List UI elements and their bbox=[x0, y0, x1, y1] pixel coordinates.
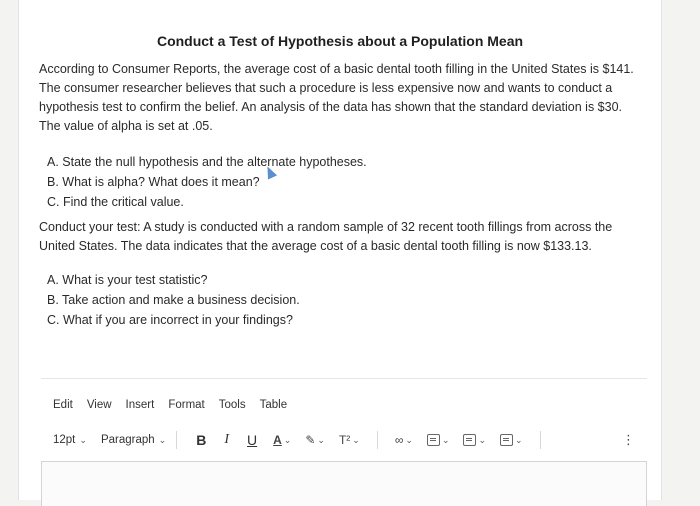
toolbar-divider bbox=[176, 431, 178, 449]
list-item: B. Take action and make a business decis… bbox=[47, 293, 300, 307]
more-options-icon[interactable]: ⋮ bbox=[622, 432, 635, 448]
editor-toolbar: 12pt ⌄ Paragraph ⌄ B I U A ⌄ ✎ ⌄ T² ⌄ ∞ … bbox=[53, 429, 643, 451]
image-button[interactable]: ⌄ bbox=[426, 434, 450, 446]
document-icon bbox=[500, 434, 514, 446]
menu-view[interactable]: View bbox=[87, 399, 112, 411]
font-size-value: 12pt bbox=[53, 434, 76, 446]
list-item: A. What is your test statistic? bbox=[47, 273, 208, 287]
question-page: Conduct a Test of Hypothesis about a Pop… bbox=[18, 0, 662, 506]
chevron-down-icon: ⌄ bbox=[79, 434, 87, 445]
bold-button[interactable]: B bbox=[196, 432, 206, 448]
question-title: Conduct a Test of Hypothesis about a Pop… bbox=[156, 33, 524, 49]
toolbar-divider bbox=[539, 431, 541, 449]
part2-questions: A. What is your test statistic? B. Take … bbox=[47, 270, 300, 330]
answer-text-area[interactable] bbox=[41, 461, 647, 506]
question-intro: According to Consumer Reports, the avera… bbox=[39, 62, 634, 133]
chevron-down-icon: ⌄ bbox=[405, 434, 413, 445]
toolbar-divider bbox=[376, 431, 378, 449]
italic-button[interactable]: I bbox=[224, 432, 229, 448]
chevron-down-icon: ⌄ bbox=[352, 434, 360, 445]
editor-menubar: Edit View Insert Format Tools Table bbox=[53, 399, 287, 411]
test-description: Conduct your test: A study is conducted … bbox=[39, 220, 613, 253]
list-item: C. Find the critical value. bbox=[47, 195, 184, 209]
text-color-button[interactable]: A ⌄ bbox=[273, 433, 291, 447]
media-icon bbox=[463, 434, 477, 446]
superscript-button[interactable]: T² ⌄ bbox=[339, 433, 360, 447]
font-size-select[interactable]: 12pt ⌄ bbox=[53, 434, 87, 446]
text-color-icon: A bbox=[273, 433, 282, 447]
chevron-down-icon: ⌄ bbox=[317, 434, 325, 445]
menu-insert[interactable]: Insert bbox=[126, 399, 155, 411]
block-format-select[interactable]: Paragraph ⌄ bbox=[101, 434, 166, 446]
link-icon: ∞ bbox=[394, 433, 404, 447]
image-icon bbox=[426, 434, 440, 446]
menu-format[interactable]: Format bbox=[168, 399, 204, 411]
part1-questions: A. State the null hypothesis and the alt… bbox=[47, 152, 367, 212]
highlight-button[interactable]: ✎ ⌄ bbox=[305, 433, 325, 447]
document-button[interactable]: ⌄ bbox=[500, 434, 523, 446]
list-item: A. State the null hypothesis and the alt… bbox=[47, 155, 367, 169]
rich-text-editor: Edit View Insert Format Tools Table 12pt… bbox=[41, 378, 647, 506]
underline-button[interactable]: U bbox=[247, 432, 257, 448]
menu-edit[interactable]: Edit bbox=[53, 399, 73, 411]
menu-tools[interactable]: Tools bbox=[219, 399, 246, 411]
chevron-down-icon: ⌄ bbox=[283, 434, 292, 445]
media-button[interactable]: ⌄ bbox=[463, 434, 486, 446]
superscript-icon: T² bbox=[338, 433, 351, 447]
list-item: C. What if you are incorrect in your fin… bbox=[47, 313, 293, 327]
link-button[interactable]: ∞ ⌄ bbox=[395, 433, 413, 447]
chevron-down-icon: ⌄ bbox=[441, 434, 450, 445]
block-format-value: Paragraph bbox=[100, 434, 155, 446]
chevron-down-icon: ⌄ bbox=[515, 434, 523, 445]
list-item: B. What is alpha? What does it mean? bbox=[47, 175, 260, 189]
chevron-down-icon: ⌄ bbox=[478, 434, 487, 445]
highlighter-icon: ✎ bbox=[305, 433, 316, 447]
menu-table[interactable]: Table bbox=[260, 399, 288, 411]
chevron-down-icon: ⌄ bbox=[158, 434, 167, 445]
